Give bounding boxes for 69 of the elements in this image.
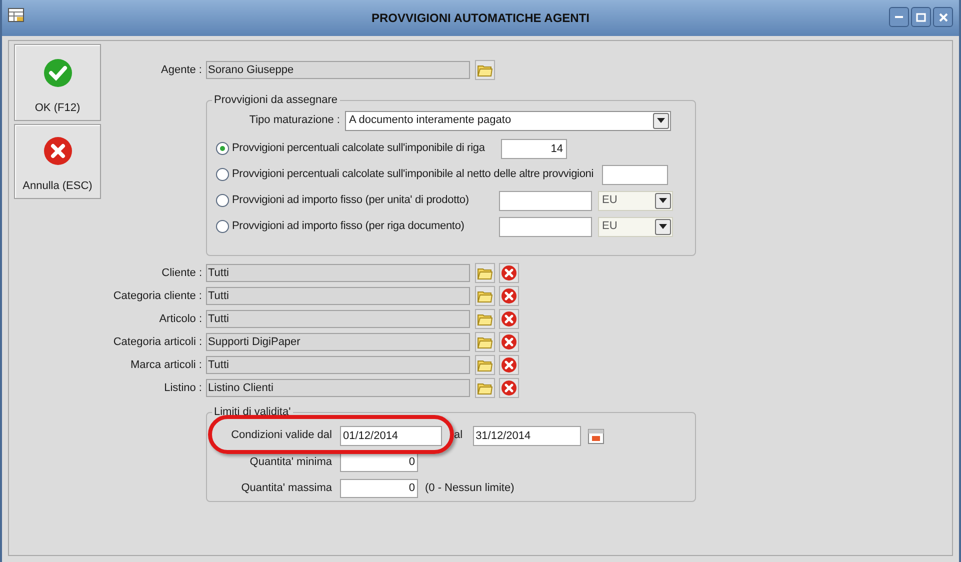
text-field[interactable]: Supporti DigiPaper: [206, 333, 470, 351]
cross-icon: [42, 136, 72, 166]
text-field[interactable]: Tutti: [206, 264, 470, 282]
minimize-icon: [895, 16, 903, 18]
field-label: Quantita' minima: [248, 454, 332, 470]
folder-button[interactable]: [475, 286, 495, 306]
field-label: Articolo :: [158, 312, 202, 327]
clear-button[interactable]: [499, 286, 519, 306]
grid-icon: [8, 8, 24, 22]
field-label: Condizioni valide dal: [230, 428, 332, 444]
hint-text: (0 - Nessun limite): [425, 480, 514, 496]
input-field[interactable]: [499, 216, 592, 236]
calendar-icon[interactable]: [586, 426, 605, 444]
caret-icon: [655, 218, 671, 234]
maximize-icon: [916, 12, 926, 22]
caret-icon: [655, 192, 671, 208]
folder-button[interactable]: [475, 355, 495, 375]
input-field[interactable]: [499, 190, 592, 210]
folder-button[interactable]: [475, 263, 495, 283]
text-field[interactable]: Tutti: [206, 287, 470, 305]
clear-button[interactable]: [499, 309, 519, 329]
clear-button[interactable]: [499, 332, 519, 352]
field-label: Listino :: [163, 380, 202, 396]
folder-button[interactable]: [475, 309, 495, 329]
group-title: Provvigioni da assegnare: [213, 93, 339, 108]
field-label: Agente :: [160, 62, 202, 78]
field-label: Categoria cliente :: [112, 288, 202, 304]
group-title: Limiti di validita': [213, 405, 292, 420]
maximize-button[interactable]: [911, 7, 931, 27]
input-field[interactable]: 14: [501, 138, 567, 158]
clear-button[interactable]: [499, 378, 519, 398]
radio-button[interactable]: [216, 194, 229, 207]
field-label: Tipo maturazione :: [248, 113, 340, 128]
radio-button[interactable]: [216, 168, 229, 181]
unit-dropdown[interactable]: EU: [598, 216, 673, 236]
close-button[interactable]: [933, 7, 953, 27]
clear-button[interactable]: [499, 355, 519, 375]
text-field[interactable]: Listino Clienti: [206, 379, 470, 397]
radio-option[interactable]: Provvigioni ad importo fisso (per unita' di prodotto): [216, 192, 499, 209]
radio-option[interactable]: Provvigioni ad importo fisso (per riga documento): [216, 218, 499, 235]
minimize-button[interactable]: [889, 7, 909, 27]
field-label: Quantita' massima: [240, 480, 332, 496]
radio-button[interactable]: [216, 220, 229, 233]
folder-button[interactable]: [475, 60, 495, 80]
ok-button[interactable]: OK (F12): [14, 44, 101, 121]
text-field[interactable]: Tutti: [206, 356, 470, 374]
checkmark-icon: [42, 58, 72, 88]
close-icon: [938, 12, 948, 22]
folder-button[interactable]: [475, 378, 495, 398]
dropdown[interactable]: A documento interamente pagato: [345, 110, 671, 130]
radio-option[interactable]: Provvigioni percentuali calcolate sull'imponibile di riga: [216, 140, 501, 157]
input-field[interactable]: 0: [340, 478, 418, 498]
text-field[interactable]: Sorano Giuseppe: [206, 61, 470, 79]
field-label: Categoria articoli :: [112, 334, 202, 350]
field-label: al: [454, 428, 463, 444]
radio-option[interactable]: Provvigioni percentuali calcolate sull'imponibile al netto delle altre provvigioni: [216, 166, 602, 183]
text-field[interactable]: Tutti: [206, 310, 470, 328]
caret-icon: [653, 112, 669, 128]
date-field[interactable]: 01/12/2014: [340, 426, 442, 446]
clear-button[interactable]: [499, 263, 519, 283]
field-label: Marca articoli :: [129, 358, 202, 373]
window-title: PROVVIGIONI AUTOMATICHE AGENTI: [371, 10, 590, 27]
field-label: Cliente :: [160, 266, 202, 281]
radio-button[interactable]: [216, 142, 229, 155]
date-field[interactable]: 31/12/2014: [472, 426, 581, 446]
cancel-button[interactable]: Annulla (ESC): [14, 124, 101, 199]
input-field[interactable]: [602, 164, 668, 184]
folder-button[interactable]: [475, 332, 495, 352]
unit-dropdown[interactable]: EU: [598, 190, 673, 210]
